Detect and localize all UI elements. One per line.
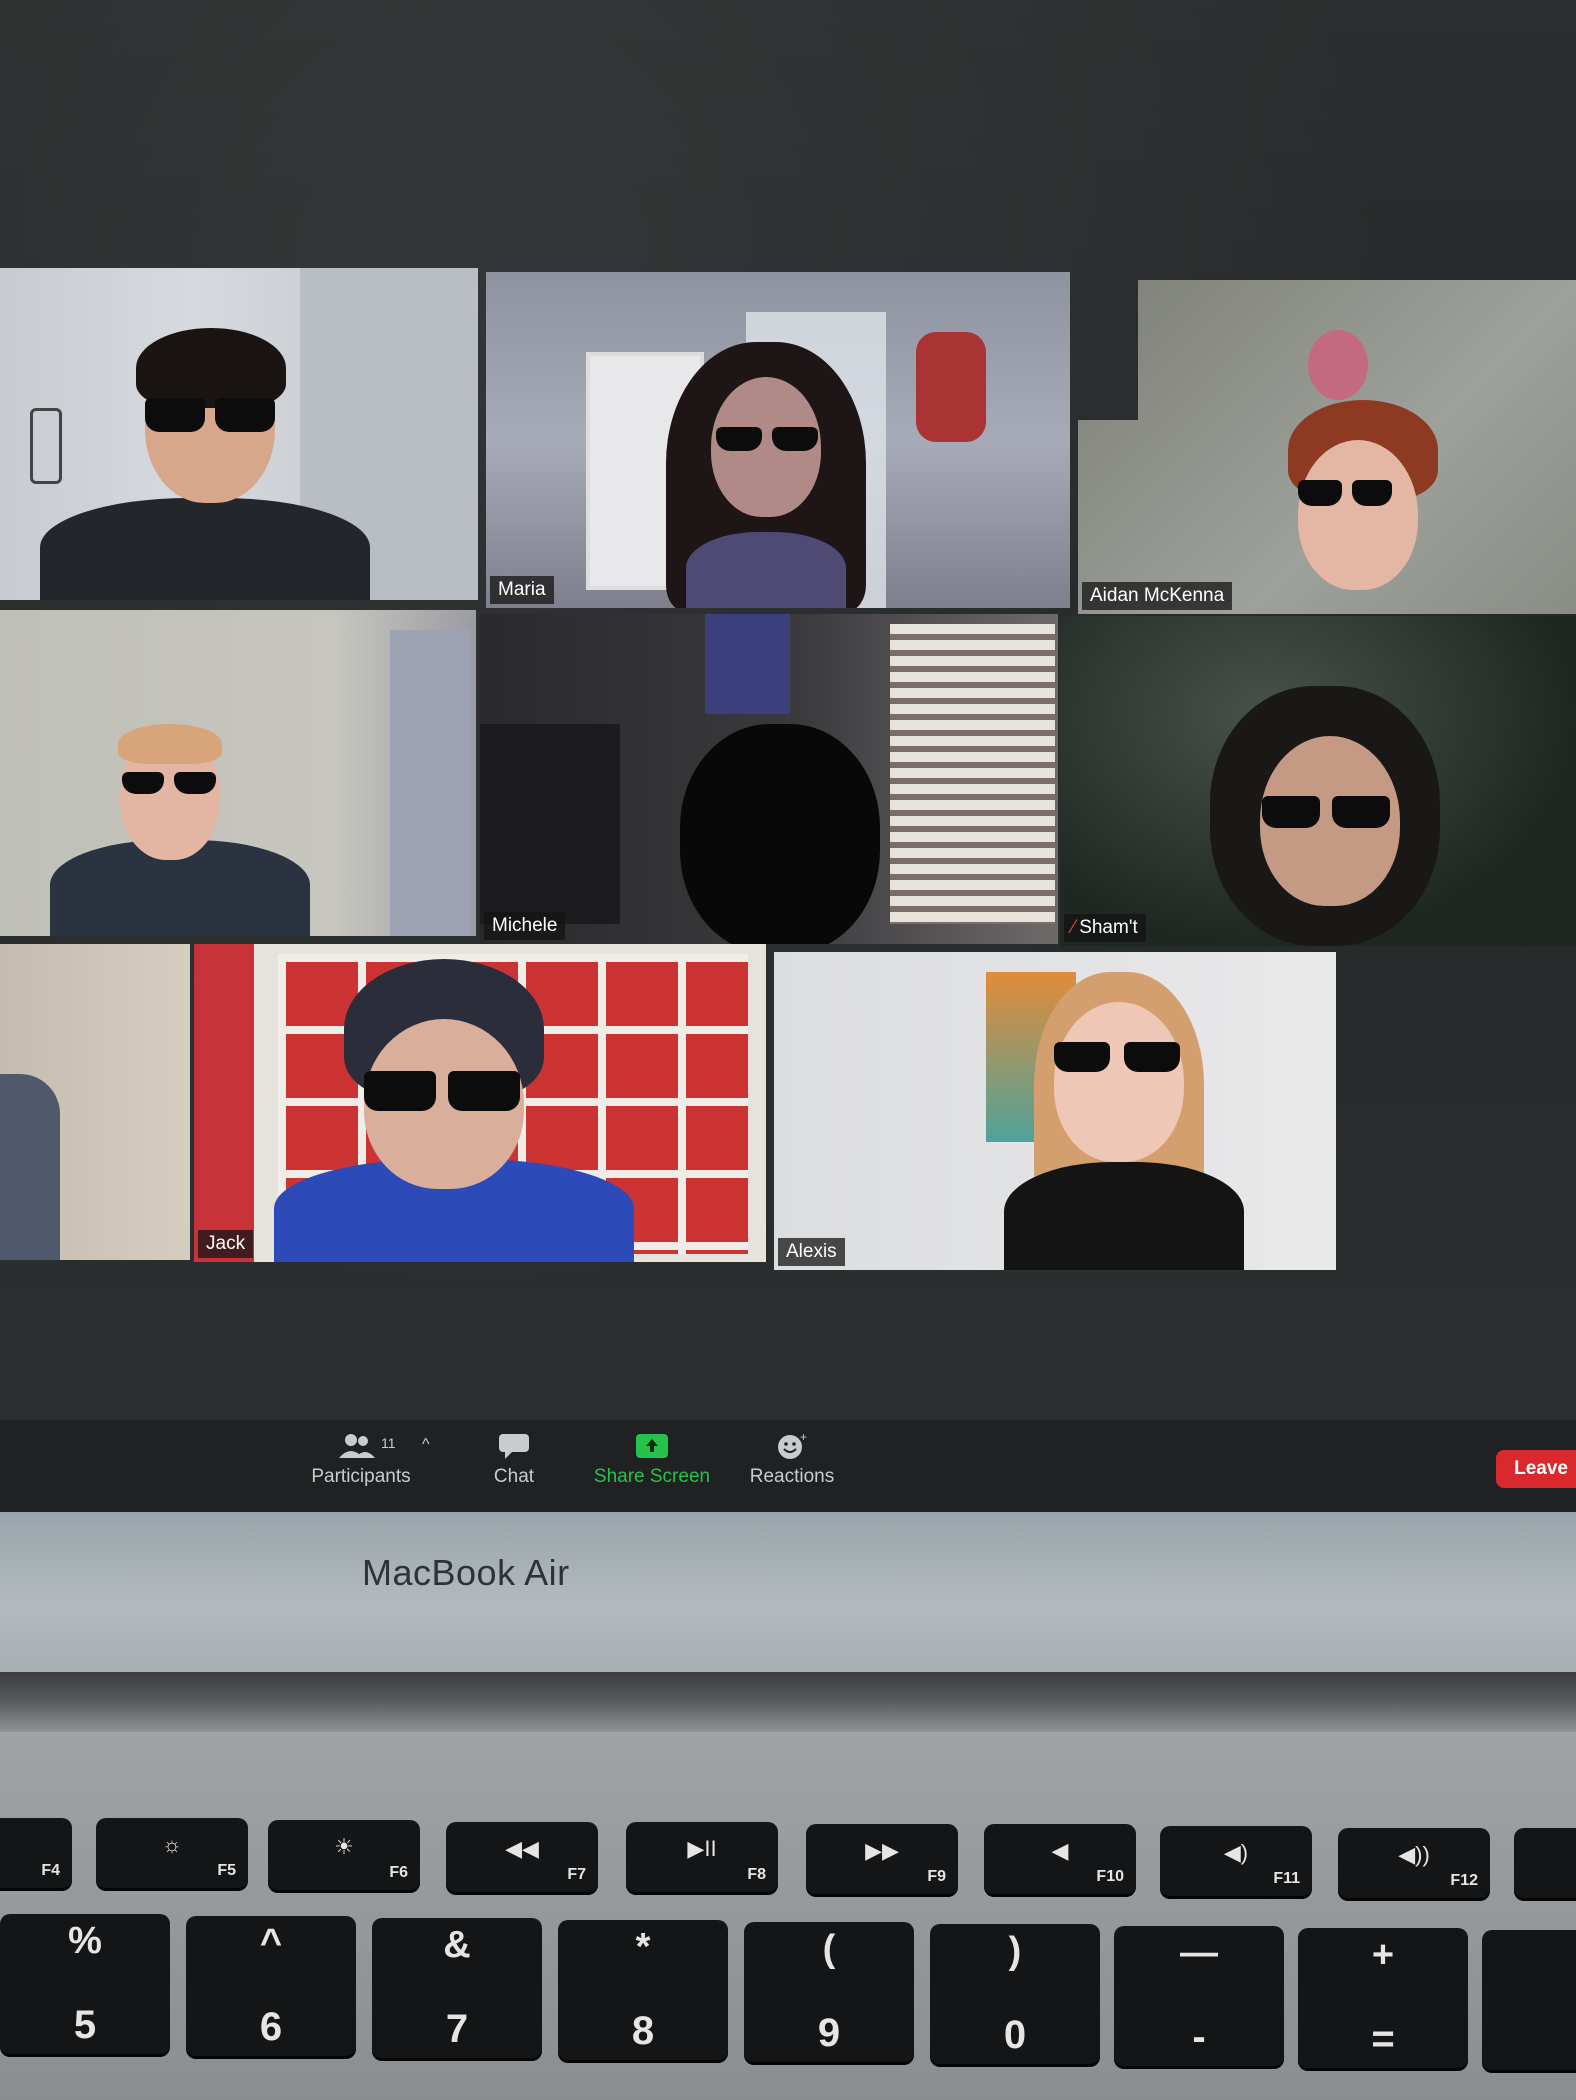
key-label: = <box>1371 2017 1395 2061</box>
svg-text:+: + <box>800 1432 807 1444</box>
keyboard: F4 ☼ F5 ☀ F6 ◀◀ F7 ▶II F8 ▶▶ F9 ◀ F10 ◀) F11 ◀)… <box>0 1732 1576 2100</box>
key-shift-label: ^ <box>259 1922 283 1964</box>
participant-name-text: Sham't <box>1079 917 1138 938</box>
video-tile[interactable] <box>0 944 190 1260</box>
mute-icon: ◀ <box>1051 1838 1069 1863</box>
key-f5[interactable]: ☼ F5 <box>96 1818 248 1888</box>
key-shift-label: ) <box>1008 1930 1022 1972</box>
video-tile[interactable]: Michele <box>480 614 1058 944</box>
key-0[interactable]: ) 0 <box>930 1924 1100 2064</box>
key-label: 7 <box>445 2007 469 2051</box>
key-shift-label: — <box>1180 1932 1218 1974</box>
key-8[interactable]: * 8 <box>558 1920 728 2060</box>
key-label: F7 <box>567 1866 586 1883</box>
participants-label: Participants <box>311 1466 411 1487</box>
key-minus[interactable]: — - <box>1114 1926 1284 2066</box>
reactions-icon: + <box>742 1430 842 1460</box>
key-label: F12 <box>1450 1872 1478 1889</box>
key-f10[interactable]: ◀ F10 <box>984 1824 1136 1894</box>
key-equals[interactable]: + = <box>1298 1928 1468 2068</box>
key-label: F6 <box>389 1864 408 1881</box>
meeting-toolbar: 11 Participants ^ Chat Share Screen + Re… <box>0 1420 1576 1512</box>
key-label: F11 <box>1273 1870 1300 1887</box>
video-tile[interactable]: ⁄ Sham't <box>1060 616 1576 946</box>
reactions-button[interactable]: + Reactions <box>742 1430 842 1488</box>
video-tile[interactable]: Jack <box>194 944 766 1262</box>
key-label: F4 <box>41 1862 60 1879</box>
muted-mic-icon: ⁄ <box>1072 917 1076 938</box>
participants-icon: 11 <box>306 1432 416 1460</box>
key-6[interactable]: ^ 6 <box>186 1916 356 2056</box>
key-label: 5 <box>73 2003 97 2047</box>
rewind-icon: ◀◀ <box>505 1836 539 1861</box>
video-tile[interactable] <box>0 268 478 600</box>
chat-label: Chat <box>493 1466 535 1487</box>
chat-icon <box>484 1432 544 1460</box>
volume-down-icon: ◀) <box>1223 1840 1249 1865</box>
key-shift-label: + <box>1371 1934 1395 1976</box>
participant-name: Aidan McKenna <box>1082 582 1233 610</box>
participants-count: 11 <box>381 1435 396 1451</box>
key-label: F5 <box>217 1862 236 1879</box>
video-tile[interactable] <box>0 610 476 936</box>
caret-up-icon[interactable]: ^ <box>422 1436 430 1454</box>
key-label: 8 <box>631 2009 655 2053</box>
participant-name: Jack <box>198 1230 254 1258</box>
share-screen-icon <box>588 1432 716 1460</box>
key-7[interactable]: & 7 <box>372 1918 542 2058</box>
volume-up-icon: ◀)) <box>1398 1842 1430 1867</box>
laptop-screen: Maria Aidan McKenna Michele ⁄ Sham't Jac… <box>0 0 1576 1512</box>
participants-button[interactable]: 11 Participants <box>306 1432 416 1488</box>
share-screen-label: Share Screen <box>593 1466 711 1487</box>
video-tile[interactable]: Maria <box>486 272 1070 608</box>
key-label: 9 <box>817 2011 841 2055</box>
key-f4[interactable]: F4 <box>0 1818 72 1888</box>
key-f7[interactable]: ◀◀ F7 <box>446 1822 598 1892</box>
key-f11[interactable]: ◀) F11 <box>1160 1826 1312 1896</box>
key-9[interactable]: (9 <box>744 1922 914 2062</box>
laptop-brand: MacBook Air <box>362 1552 570 1593</box>
key-shift-label: * <box>635 1926 651 1968</box>
key-label: F10 <box>1096 1868 1124 1885</box>
laptop-bezel: MacBook Air <box>0 1512 1576 1672</box>
key-f8[interactable]: ▶II F8 <box>626 1822 778 1892</box>
brightness-up-icon: ☀ <box>334 1834 354 1859</box>
key-label: 0 <box>1003 2013 1027 2057</box>
chat-button[interactable]: Chat <box>484 1432 544 1488</box>
laptop-hinge <box>0 1672 1576 1732</box>
participant-name: Maria <box>490 576 554 604</box>
leave-button[interactable]: Leave <box>1496 1450 1576 1488</box>
reactions-label: Reactions <box>749 1466 835 1487</box>
key-5[interactable]: % 5 <box>0 1914 170 2054</box>
key-shift-label: & <box>443 1924 471 1966</box>
play-pause-icon: ▶II <box>687 1836 717 1861</box>
key-label: 6 <box>259 2005 283 2049</box>
key-eject[interactable] <box>1514 1828 1576 1898</box>
participant-name: Michele <box>484 912 566 940</box>
participant-name: Alexis <box>778 1238 845 1266</box>
key-f6[interactable]: ☀ F6 <box>268 1820 420 1890</box>
share-screen-button[interactable]: Share Screen <box>588 1432 716 1488</box>
video-tile[interactable]: Alexis <box>774 952 1336 1270</box>
key-f12[interactable]: ◀)) F12 <box>1338 1828 1490 1898</box>
key-label: - <box>1192 2015 1206 2059</box>
key-f9[interactable]: ▶▶ F9 <box>806 1824 958 1894</box>
key-shift-label: ( <box>822 1928 836 1970</box>
brightness-down-icon: ☼ <box>161 1832 183 1857</box>
video-tile[interactable]: Aidan McKenna <box>1078 280 1576 614</box>
fast-forward-icon: ▶▶ <box>865 1838 899 1863</box>
key-shift-label: % <box>68 1920 102 1962</box>
key-label: F8 <box>747 1866 766 1883</box>
key-delete[interactable] <box>1482 1930 1576 2070</box>
key-label: F9 <box>927 1868 946 1885</box>
participant-name: ⁄ Sham't <box>1064 914 1146 942</box>
